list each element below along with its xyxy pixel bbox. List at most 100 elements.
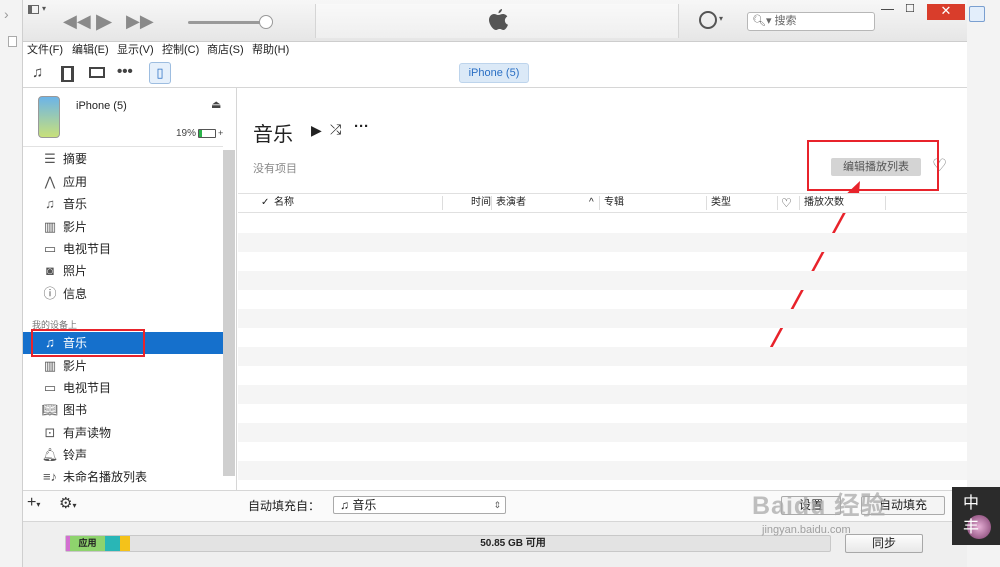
extension-icon[interactable] xyxy=(969,6,985,22)
add-icon[interactable]: +▾ xyxy=(27,494,40,512)
menu-view[interactable]: 显示(V) xyxy=(117,42,154,59)
left-browser-strip: › xyxy=(0,0,22,567)
sidebar-item-label: 图书 xyxy=(63,403,88,417)
eject-icon[interactable]: ⏏ xyxy=(211,98,221,111)
next-track-icon[interactable]: ▶▶ xyxy=(126,11,154,32)
info-icon: ⓘ xyxy=(43,286,57,301)
sidebar-item-info[interactable]: ⓘ 信息 xyxy=(23,283,223,305)
sidebar-item-summary[interactable]: ☰ 摘要 xyxy=(23,148,223,170)
sort-ascending-icon: ^ xyxy=(589,197,594,208)
search-icon: 🔍︎▾ xyxy=(752,15,775,27)
sidebar-item-photos[interactable]: ◙ 照片 xyxy=(23,260,223,282)
column-separator xyxy=(885,196,886,210)
more-icon[interactable]: ··· xyxy=(354,118,369,135)
column-artist[interactable]: 表演者 xyxy=(496,193,526,213)
device-pill[interactable]: iPhone (5) xyxy=(459,63,529,83)
sidebar-item-label: 影片 xyxy=(63,220,88,234)
column-plays[interactable]: 播放次数 xyxy=(804,193,844,213)
account-chevron-icon[interactable]: ▾ xyxy=(719,14,723,23)
sidebar-item-music[interactable]: ♫ 音乐 xyxy=(23,193,223,215)
capacity-segment-docs xyxy=(105,536,120,551)
sidebar-item-label: 影片 xyxy=(63,359,88,373)
audiobooks-icon: ⊡ xyxy=(44,425,56,440)
playlist-icon: ≡♪ xyxy=(42,469,58,484)
select-arrows-icon: ⇕ xyxy=(493,500,501,510)
column-separator xyxy=(777,196,778,210)
device-name: iPhone (5) xyxy=(76,100,127,112)
account-icon[interactable] xyxy=(699,11,717,29)
movies-icon[interactable] xyxy=(61,66,74,82)
sidebar-item-movies[interactable]: ▥ 影片 xyxy=(23,216,223,238)
column-time[interactable]: 时间 xyxy=(471,193,491,213)
sidebar-item-label: 电视节目 xyxy=(63,381,112,395)
apple-logo-icon xyxy=(489,9,508,30)
column-name[interactable]: 名称 xyxy=(274,193,294,213)
watermark-url: jingyan.baidu.com xyxy=(762,524,851,536)
maximize-button[interactable]: ☐ xyxy=(905,2,915,15)
right-browser-strip xyxy=(966,0,1000,567)
sidebar-item-device-movies[interactable]: ▥ 影片 xyxy=(23,355,223,377)
menu-store[interactable]: 商店(S) xyxy=(207,42,244,59)
sidebar-item-apps[interactable]: ⋀ 应用 xyxy=(23,171,223,193)
column-separator xyxy=(706,196,707,210)
previous-track-icon[interactable]: ◀◀ xyxy=(63,11,91,32)
table-row xyxy=(238,309,967,328)
autofill-source-value: 音乐 xyxy=(352,498,377,512)
volume-slider-knob[interactable] xyxy=(259,15,273,29)
sidebar-item-device-playlist[interactable]: ≡♪ 未命名播放列表 xyxy=(23,466,223,488)
sidebar-divider xyxy=(23,146,223,147)
sidebar-item-device-books[interactable]: 📖︎ 图书 xyxy=(23,399,223,421)
battery-percent: 19% xyxy=(176,128,197,139)
menu-edit[interactable]: 编辑(E) xyxy=(72,42,109,59)
column-album[interactable]: 专辑 xyxy=(604,193,624,213)
play-icon[interactable]: ▶ xyxy=(311,122,322,139)
column-check[interactable]: ✓ xyxy=(261,193,269,213)
sidebar-scrollbar[interactable] xyxy=(223,150,235,476)
menu-bar: 文件(F) 编辑(E) 显示(V) 控制(C) 商店(S) 帮助(H) xyxy=(23,42,967,60)
sidebar-item-label: 照片 xyxy=(63,264,88,278)
minimize-button[interactable]: — xyxy=(881,1,894,16)
autofill-source-select[interactable]: ♫ 音乐 ⇕ xyxy=(333,496,506,514)
capacity-segment-apps: 应用 xyxy=(70,536,105,551)
table-row xyxy=(238,347,967,366)
menu-file[interactable]: 文件(F) xyxy=(27,42,63,59)
gear-icon[interactable]: ⚙▾ xyxy=(59,494,76,512)
search-placeholder: 搜索 xyxy=(774,15,797,27)
sidebar-item-label: 应用 xyxy=(63,175,88,189)
sidebar-item-label: 电视节目 xyxy=(63,242,112,256)
sidebar-item-tv[interactable]: ▭ 电视节目 xyxy=(23,238,223,260)
volume-slider[interactable] xyxy=(188,21,268,24)
apps-icon: ⋀ xyxy=(44,174,56,189)
close-button[interactable]: ✕ xyxy=(927,4,965,20)
more-icon[interactable]: ••• xyxy=(117,63,133,80)
tv-icon[interactable] xyxy=(89,67,105,78)
device-button[interactable]: ▯ xyxy=(149,62,171,84)
sidebar-item-device-tones[interactable]: 🔔︎ 铃声 xyxy=(23,444,223,466)
sync-button[interactable]: 同步 xyxy=(845,534,923,553)
column-heart-icon[interactable]: ♡ xyxy=(781,193,792,213)
column-genre[interactable]: 类型 xyxy=(711,193,731,213)
table-row xyxy=(238,366,967,385)
window-menu-chevron-icon[interactable]: ▾ xyxy=(42,4,46,13)
watermark-badge-char: 中 xyxy=(963,495,980,512)
sidebar-item-device-tv[interactable]: ▭ 电视节目 xyxy=(23,377,223,399)
window-menu-icon[interactable] xyxy=(28,5,39,14)
play-icon[interactable]: ▶ xyxy=(96,9,112,34)
table-row xyxy=(238,423,967,442)
sidebar-item-device-audiobooks[interactable]: ⊡ 有声读物 xyxy=(23,422,223,444)
status-display xyxy=(315,4,679,38)
table-row xyxy=(238,385,967,404)
menu-controls[interactable]: 控制(C) xyxy=(162,42,199,59)
watermark-badge-char: 丰 xyxy=(963,519,980,536)
search-input[interactable]: 🔍︎▾ 搜索 xyxy=(747,12,875,31)
device-image xyxy=(38,96,60,138)
iphone-icon: ▯ xyxy=(156,65,164,80)
table-header xyxy=(238,193,967,213)
menu-help[interactable]: 帮助(H) xyxy=(252,42,289,59)
autofill-label: 自动填充自： xyxy=(248,499,321,513)
charging-icon: + xyxy=(218,128,224,138)
page-title: 音乐 xyxy=(253,124,293,146)
annotation-highlight-box xyxy=(31,329,145,357)
music-icon[interactable]: ♫ xyxy=(32,64,43,81)
shuffle-icon[interactable]: ⤮ xyxy=(330,121,341,138)
